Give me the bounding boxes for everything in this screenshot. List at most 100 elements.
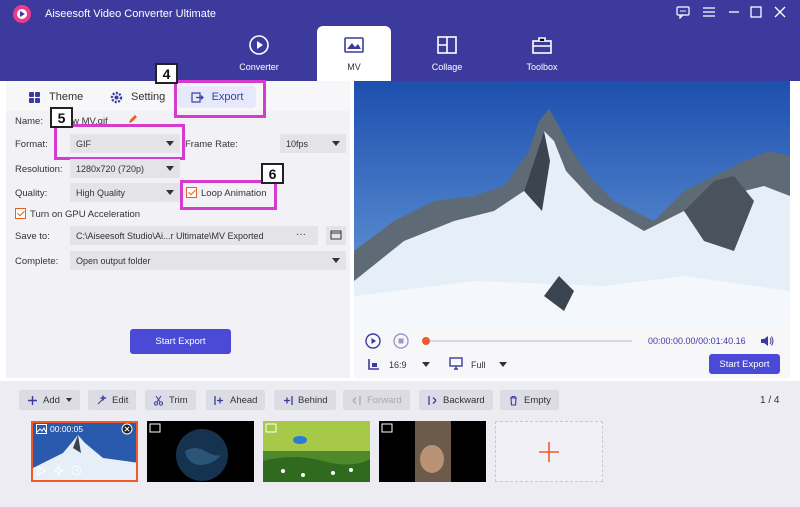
behind-button-label: Behind [298,394,328,406]
add-button[interactable]: Add [19,390,80,410]
browse-button[interactable]: ··· [296,229,306,240]
preview-scrollbar[interactable] [790,81,795,378]
backward-icon [428,395,437,405]
toolbox-icon [532,37,552,54]
tab-toolbox[interactable]: Toolbox [505,26,579,81]
add-button-label: Add [43,394,60,406]
close-icon[interactable] [772,5,788,19]
tab-converter-label: Converter [239,62,279,72]
step-badge-4: 4 [155,63,178,84]
tab-toolbox-label: Toolbox [526,62,558,72]
aspect-ratio-value[interactable]: 16:9 [389,360,407,370]
save-to-label: Save to: [15,231,50,242]
complete-action-value: Open output folder [76,255,151,266]
frame-rate-value: 10fps [286,138,309,149]
chevron-down-icon [166,190,174,195]
name-label: Name: [15,116,43,127]
tab-collage-label: Collage [431,62,463,72]
aspect-ratio-icon [368,359,379,370]
magic-wand-icon [97,394,107,404]
scissors-icon [153,395,164,406]
converter-icon [249,35,269,55]
frame-rate-select[interactable]: 10fps [280,134,346,153]
tab-collage[interactable]: Collage [410,26,484,81]
folder-icon [330,230,342,240]
clip-thumbnail-2[interactable] [147,421,254,482]
clip-thumbnail-3[interactable] [263,421,370,482]
gpu-acceleration-checkbox[interactable] [15,208,26,219]
insert-ahead-icon [214,395,223,405]
tab-setting[interactable]: Setting [110,86,165,108]
save-path-field[interactable]: C:\Aiseesoft Studio\Ai...r Ultimate\MV E… [70,226,318,245]
minimize-icon[interactable] [726,5,742,19]
remove-clip-icon[interactable] [121,423,133,435]
play-clip-icon[interactable] [36,466,46,476]
page-current: 1 [760,395,766,406]
time-current: 00:00:00.00 [648,336,696,346]
plus-icon [539,441,559,462]
complete-action-select[interactable]: Open output folder [70,251,346,270]
playback-progress-track[interactable] [424,340,632,342]
theme-icon [29,91,40,103]
tab-theme[interactable]: Theme [28,86,83,108]
backward-button[interactable]: Backward [419,390,493,410]
clip-thumbnail-4[interactable] [379,421,486,482]
forward-button[interactable]: Forward [343,390,410,410]
add-clip-slot[interactable] [495,421,603,482]
trim-button[interactable]: Trim [145,390,196,410]
playback-progress-handle[interactable] [422,337,430,345]
mv-icon [344,37,364,53]
chevron-down-icon[interactable] [422,362,430,367]
plus-icon [28,395,37,405]
edit-button[interactable]: Edit [88,390,137,410]
cat-thumbnail-image [379,421,486,482]
save-path-value: C:\Aiseesoft Studio\Ai...r Ultimate\MV E… [76,230,264,241]
time-total: 00:01:40.16 [698,336,746,346]
tab-converter[interactable]: Converter [222,26,296,81]
chevron-down-icon [166,166,174,171]
loop-highlight [180,180,277,210]
play-icon[interactable] [365,333,381,349]
time-display: 00:00:00.00/00:01:40.16 [648,336,746,346]
open-folder-button[interactable] [326,226,346,245]
tab-mv[interactable]: MV [317,26,391,81]
step-badge-5: 5 [50,107,73,128]
resolution-select[interactable]: 1280x720 (720p) [70,159,180,178]
trash-icon [510,395,517,406]
format-label: Format: [15,139,48,150]
start-export-button[interactable]: Start Export [130,329,231,354]
preview-start-export-button[interactable]: Start Export [709,354,780,374]
feedback-icon[interactable] [675,5,691,20]
image-icon [36,424,47,434]
bird-thumbnail-image [263,421,370,482]
ahead-button[interactable]: Ahead [206,390,266,410]
earth-thumbnail-image [147,421,254,482]
tab-mv-label: MV [347,62,361,72]
volume-icon[interactable] [760,335,774,347]
mountain-preview-image [354,81,790,328]
edit-button-label: Edit [112,394,129,406]
clock-icon[interactable] [71,465,82,476]
zoom-value[interactable]: Full [471,360,486,370]
resolution-value: 1280x720 (720p) [76,163,145,174]
quality-label: Quality: [15,188,48,199]
behind-button[interactable]: Behind [274,390,336,410]
chevron-down-icon [332,141,340,146]
quality-select[interactable]: High Quality [70,183,180,202]
export-highlight [174,80,266,118]
effect-icon[interactable] [53,465,64,476]
forward-icon [352,395,361,405]
maximize-icon[interactable] [748,5,764,19]
gpu-acceleration-label: Turn on GPU Acceleration [30,209,141,220]
forward-button-label: Forward [367,394,402,406]
format-highlight [54,124,185,160]
stop-icon[interactable] [393,333,409,349]
trim-button-label: Trim [169,394,188,406]
menu-icon[interactable] [701,5,717,19]
ahead-button-label: Ahead [230,394,258,406]
chevron-down-icon[interactable] [499,362,507,367]
empty-button[interactable]: Empty [500,390,559,410]
edit-name-icon[interactable] [128,114,138,124]
complete-label: Complete: [15,256,59,267]
app-title: Aiseesoft Video Converter Ultimate [45,8,216,20]
